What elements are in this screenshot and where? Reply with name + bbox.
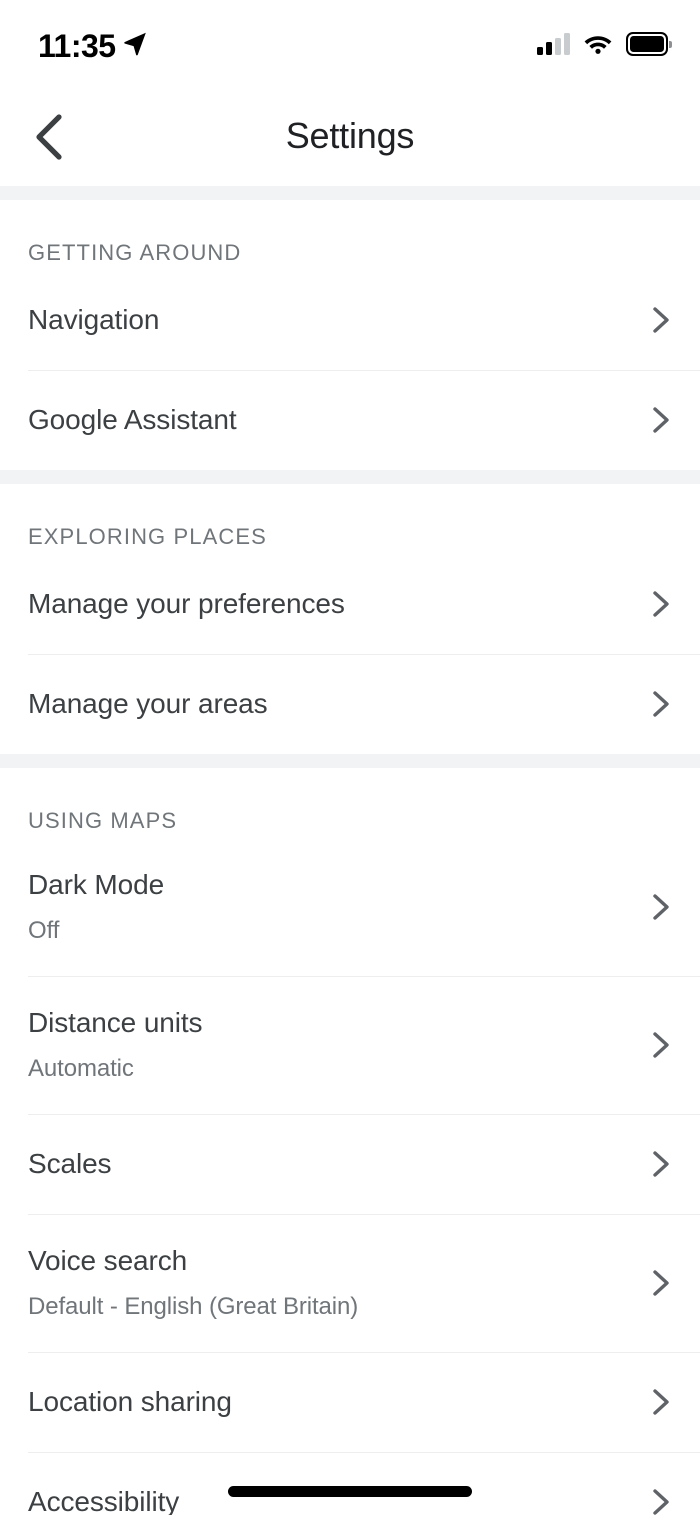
row-label: Scales: [28, 1148, 112, 1179]
settings-row-scales[interactable]: Scales: [0, 1114, 700, 1214]
settings-row-voice-search[interactable]: Voice search Default - English (Great Br…: [0, 1214, 700, 1352]
row-sublabel: Off: [28, 917, 60, 944]
settings-row-dark-mode[interactable]: Dark Mode Off: [0, 838, 700, 976]
settings-screen: 11:35 Settings GETTING AROUND Navigation…: [0, 0, 700, 1515]
chevron-right-icon: [653, 1151, 669, 1177]
row-label: Voice search: [28, 1245, 188, 1276]
status-bar-indicators: [537, 28, 672, 60]
row-label: Accessibility: [28, 1486, 180, 1515]
chevron-right-icon: [653, 1032, 669, 1058]
section-exploring-places: EXPLORING PLACES Manage your preferences…: [0, 484, 700, 754]
settings-row-google-assistant[interactable]: Google Assistant: [0, 370, 700, 470]
chevron-right-icon: [653, 691, 669, 717]
row-label: Navigation: [28, 304, 160, 335]
section-using-maps: USING MAPS Dark Mode Off Distance units …: [0, 768, 700, 1515]
settings-row-accessibility[interactable]: Accessibility: [0, 1452, 700, 1515]
status-bar: 11:35: [0, 0, 700, 88]
page-title: Settings: [285, 115, 415, 156]
settings-row-distance-units[interactable]: Distance units Automatic: [0, 976, 700, 1114]
chevron-right-icon: [653, 591, 669, 617]
row-label: Location sharing: [28, 1386, 232, 1417]
home-indicator[interactable]: [228, 1486, 472, 1497]
status-bar-time: 11:35: [38, 28, 116, 64]
section-getting-around: GETTING AROUND Navigation Google Assista…: [0, 200, 700, 470]
location-arrow-icon: [124, 32, 146, 56]
section-divider-gap: [0, 186, 700, 200]
chevron-right-icon: [653, 894, 669, 920]
settings-row-manage-your-areas[interactable]: Manage your areas: [0, 654, 700, 754]
row-label: Distance units: [28, 1007, 203, 1038]
row-sublabel: Automatic: [28, 1055, 134, 1082]
row-label: Manage your areas: [28, 688, 268, 719]
battery-full-icon: [626, 32, 672, 56]
section-header-using-maps: USING MAPS: [28, 808, 178, 833]
wifi-icon: [584, 36, 612, 54]
settings-list: GETTING AROUND Navigation Google Assista…: [0, 186, 700, 1515]
settings-row-location-sharing[interactable]: Location sharing: [0, 1352, 700, 1452]
section-divider-gap: [0, 470, 700, 484]
chevron-right-icon: [653, 307, 669, 333]
row-label: Manage your preferences: [28, 588, 345, 619]
settings-row-manage-your-preferences[interactable]: Manage your preferences: [0, 554, 700, 654]
settings-row-navigation[interactable]: Navigation: [0, 270, 700, 370]
row-label: Dark Mode: [28, 869, 165, 900]
chevron-right-icon: [653, 1270, 669, 1296]
cellular-signal-icon: [537, 33, 570, 55]
chevron-right-icon: [653, 1489, 669, 1515]
chevron-right-icon: [653, 407, 669, 433]
row-label: Google Assistant: [28, 404, 237, 435]
chevron-right-icon: [653, 1389, 669, 1415]
section-divider-gap: [0, 754, 700, 768]
row-sublabel: Default - English (Great Britain): [28, 1293, 359, 1320]
section-header-getting-around: GETTING AROUND: [28, 240, 242, 265]
section-header-exploring-places: EXPLORING PLACES: [28, 524, 267, 549]
navigation-bar: Settings: [0, 88, 700, 186]
